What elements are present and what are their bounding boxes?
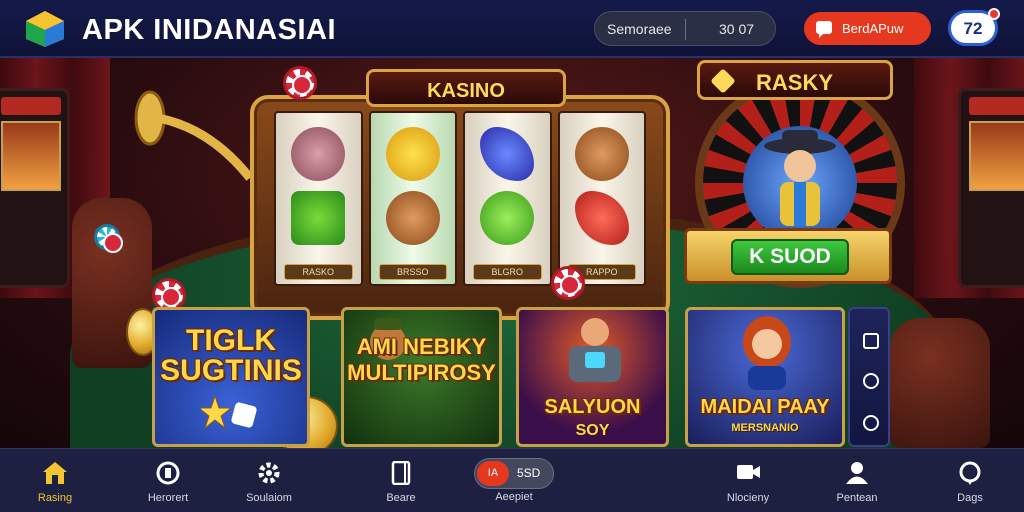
gear-icon bbox=[258, 462, 280, 484]
bird-symbol-icon bbox=[291, 127, 346, 181]
reels: RASKO BRSSO BLGRO RAPPO bbox=[274, 111, 646, 286]
robot-character-icon bbox=[569, 318, 621, 382]
game-card[interactable]: MAIDAI PAAY MERSNANIO bbox=[685, 307, 845, 447]
nav-label: Soulaiom bbox=[246, 492, 292, 504]
currency-toggle[interactable]: IA 5SD bbox=[474, 458, 554, 489]
diamond-icon bbox=[710, 68, 736, 94]
nav-item-video[interactable]: Nlocieny bbox=[698, 449, 798, 512]
card-title: TIGLK SUGTINIS bbox=[160, 324, 302, 387]
seven-symbol-icon bbox=[480, 127, 535, 181]
card-title: AMI NEBIKY MULTIPIROSY bbox=[347, 334, 496, 385]
frog-symbol-icon bbox=[480, 191, 535, 245]
top-bar: APK INIDANASIAI Semoraee 30 07 BerdAPuw … bbox=[0, 0, 1024, 58]
nav-item-page[interactable]: Beare bbox=[351, 449, 451, 512]
reel: BRSSO bbox=[368, 111, 457, 286]
nav-item-chat[interactable]: Dags bbox=[920, 449, 1020, 512]
deposit-button[interactable]: BerdAPuw bbox=[804, 12, 931, 45]
arcade-machine-left bbox=[0, 88, 70, 288]
reel-caption: RASKO bbox=[284, 264, 353, 280]
reel: BLGRO bbox=[463, 111, 552, 286]
card-subtitle: MERSNANIO bbox=[731, 422, 799, 434]
balance-value: 30 07 bbox=[719, 21, 755, 37]
casino-scene: KASINO RASKO BRSSO BLGRO RAPPO RASKY K S… bbox=[0, 58, 1024, 448]
chat-icon bbox=[816, 21, 832, 38]
arcade-machine-right bbox=[958, 88, 1024, 288]
nav-item-profile[interactable]: Pentean bbox=[807, 449, 907, 512]
duck-symbol-icon bbox=[385, 127, 440, 181]
chat-bubble-icon bbox=[959, 461, 981, 485]
game-card[interactable]: TIGLK SUGTINIS bbox=[152, 307, 310, 447]
nav-item-history[interactable]: Herorert bbox=[118, 449, 218, 512]
x-symbol-icon bbox=[291, 191, 346, 245]
poker-chip-icon bbox=[94, 224, 123, 253]
nav-label: Pentean bbox=[836, 492, 878, 504]
bear-symbol-icon bbox=[385, 191, 440, 245]
app-title: APK INIDANASIAI bbox=[82, 14, 337, 46]
game-card[interactable]: SALYUON SOY bbox=[516, 307, 669, 447]
refresh-icon[interactable] bbox=[863, 373, 879, 389]
slot-title: KASINO bbox=[427, 80, 505, 102]
card-title: SALYUON bbox=[544, 396, 641, 418]
notification-dot bbox=[988, 8, 1000, 20]
nav-item-home[interactable]: Rasing bbox=[5, 449, 105, 512]
slot-machine[interactable]: KASINO RASKO BRSSO BLGRO RAPPO bbox=[250, 69, 670, 320]
level-badge[interactable]: 72 bbox=[948, 8, 1000, 46]
cowboy-character-icon bbox=[764, 130, 836, 226]
divider bbox=[685, 19, 686, 40]
nav-label: Nlocieny bbox=[726, 492, 770, 504]
toggle-right: 5SD bbox=[517, 466, 541, 480]
video-icon bbox=[737, 465, 760, 479]
nav-label: Beare bbox=[386, 492, 416, 504]
reel-caption: BRSSO bbox=[378, 264, 447, 280]
card-subtitle: SOY bbox=[575, 422, 610, 439]
red-seven-symbol-icon bbox=[574, 191, 629, 245]
nav-label: Dags bbox=[957, 492, 983, 504]
balance-label: Semoraee bbox=[607, 21, 672, 37]
horn-icon bbox=[134, 90, 254, 181]
deposit-label: BerdAPuw bbox=[842, 21, 904, 36]
buy-button[interactable]: K SUOD bbox=[731, 239, 849, 275]
poker-chip-icon bbox=[283, 66, 317, 100]
rasky-title: RASKY bbox=[756, 70, 834, 95]
bookmark-badge-icon bbox=[156, 461, 180, 485]
level-number: 72 bbox=[963, 19, 983, 38]
star-dice-icon bbox=[201, 394, 257, 430]
page-icon bbox=[391, 461, 411, 485]
balance-field[interactable]: Semoraee 30 07 bbox=[594, 11, 776, 46]
reel: RASKO bbox=[274, 111, 363, 286]
toggle-left: IA bbox=[477, 461, 509, 486]
app-logo-icon bbox=[26, 11, 64, 47]
game-card[interactable]: AMI NEBIKY MULTIPIROSY bbox=[341, 307, 502, 447]
nav-label: Herorert bbox=[147, 492, 189, 504]
center-label: Aeepiet bbox=[495, 491, 533, 503]
buy-button-label: K SUOD bbox=[749, 245, 831, 268]
home-icon bbox=[43, 462, 67, 484]
info-icon[interactable] bbox=[863, 415, 879, 431]
poker-chip-icon bbox=[551, 266, 585, 300]
side-panel bbox=[848, 307, 890, 447]
price-panel: K SUOD bbox=[684, 228, 892, 284]
woman-character-icon bbox=[743, 316, 791, 390]
nav-item-settings[interactable]: Soulaiom bbox=[219, 449, 319, 512]
rasky-sign: RASKY bbox=[697, 60, 893, 100]
beaver-symbol-icon bbox=[574, 127, 629, 181]
nav-label: Rasing bbox=[37, 492, 73, 504]
chair-right bbox=[890, 318, 990, 448]
share-icon[interactable] bbox=[863, 333, 879, 349]
user-icon bbox=[846, 462, 868, 484]
reel: RAPPO bbox=[557, 111, 646, 286]
reel-caption: BLGRO bbox=[473, 264, 542, 280]
slot-title-plate: KASINO bbox=[366, 69, 566, 107]
card-title: MAIDAI PAAY bbox=[700, 396, 830, 418]
